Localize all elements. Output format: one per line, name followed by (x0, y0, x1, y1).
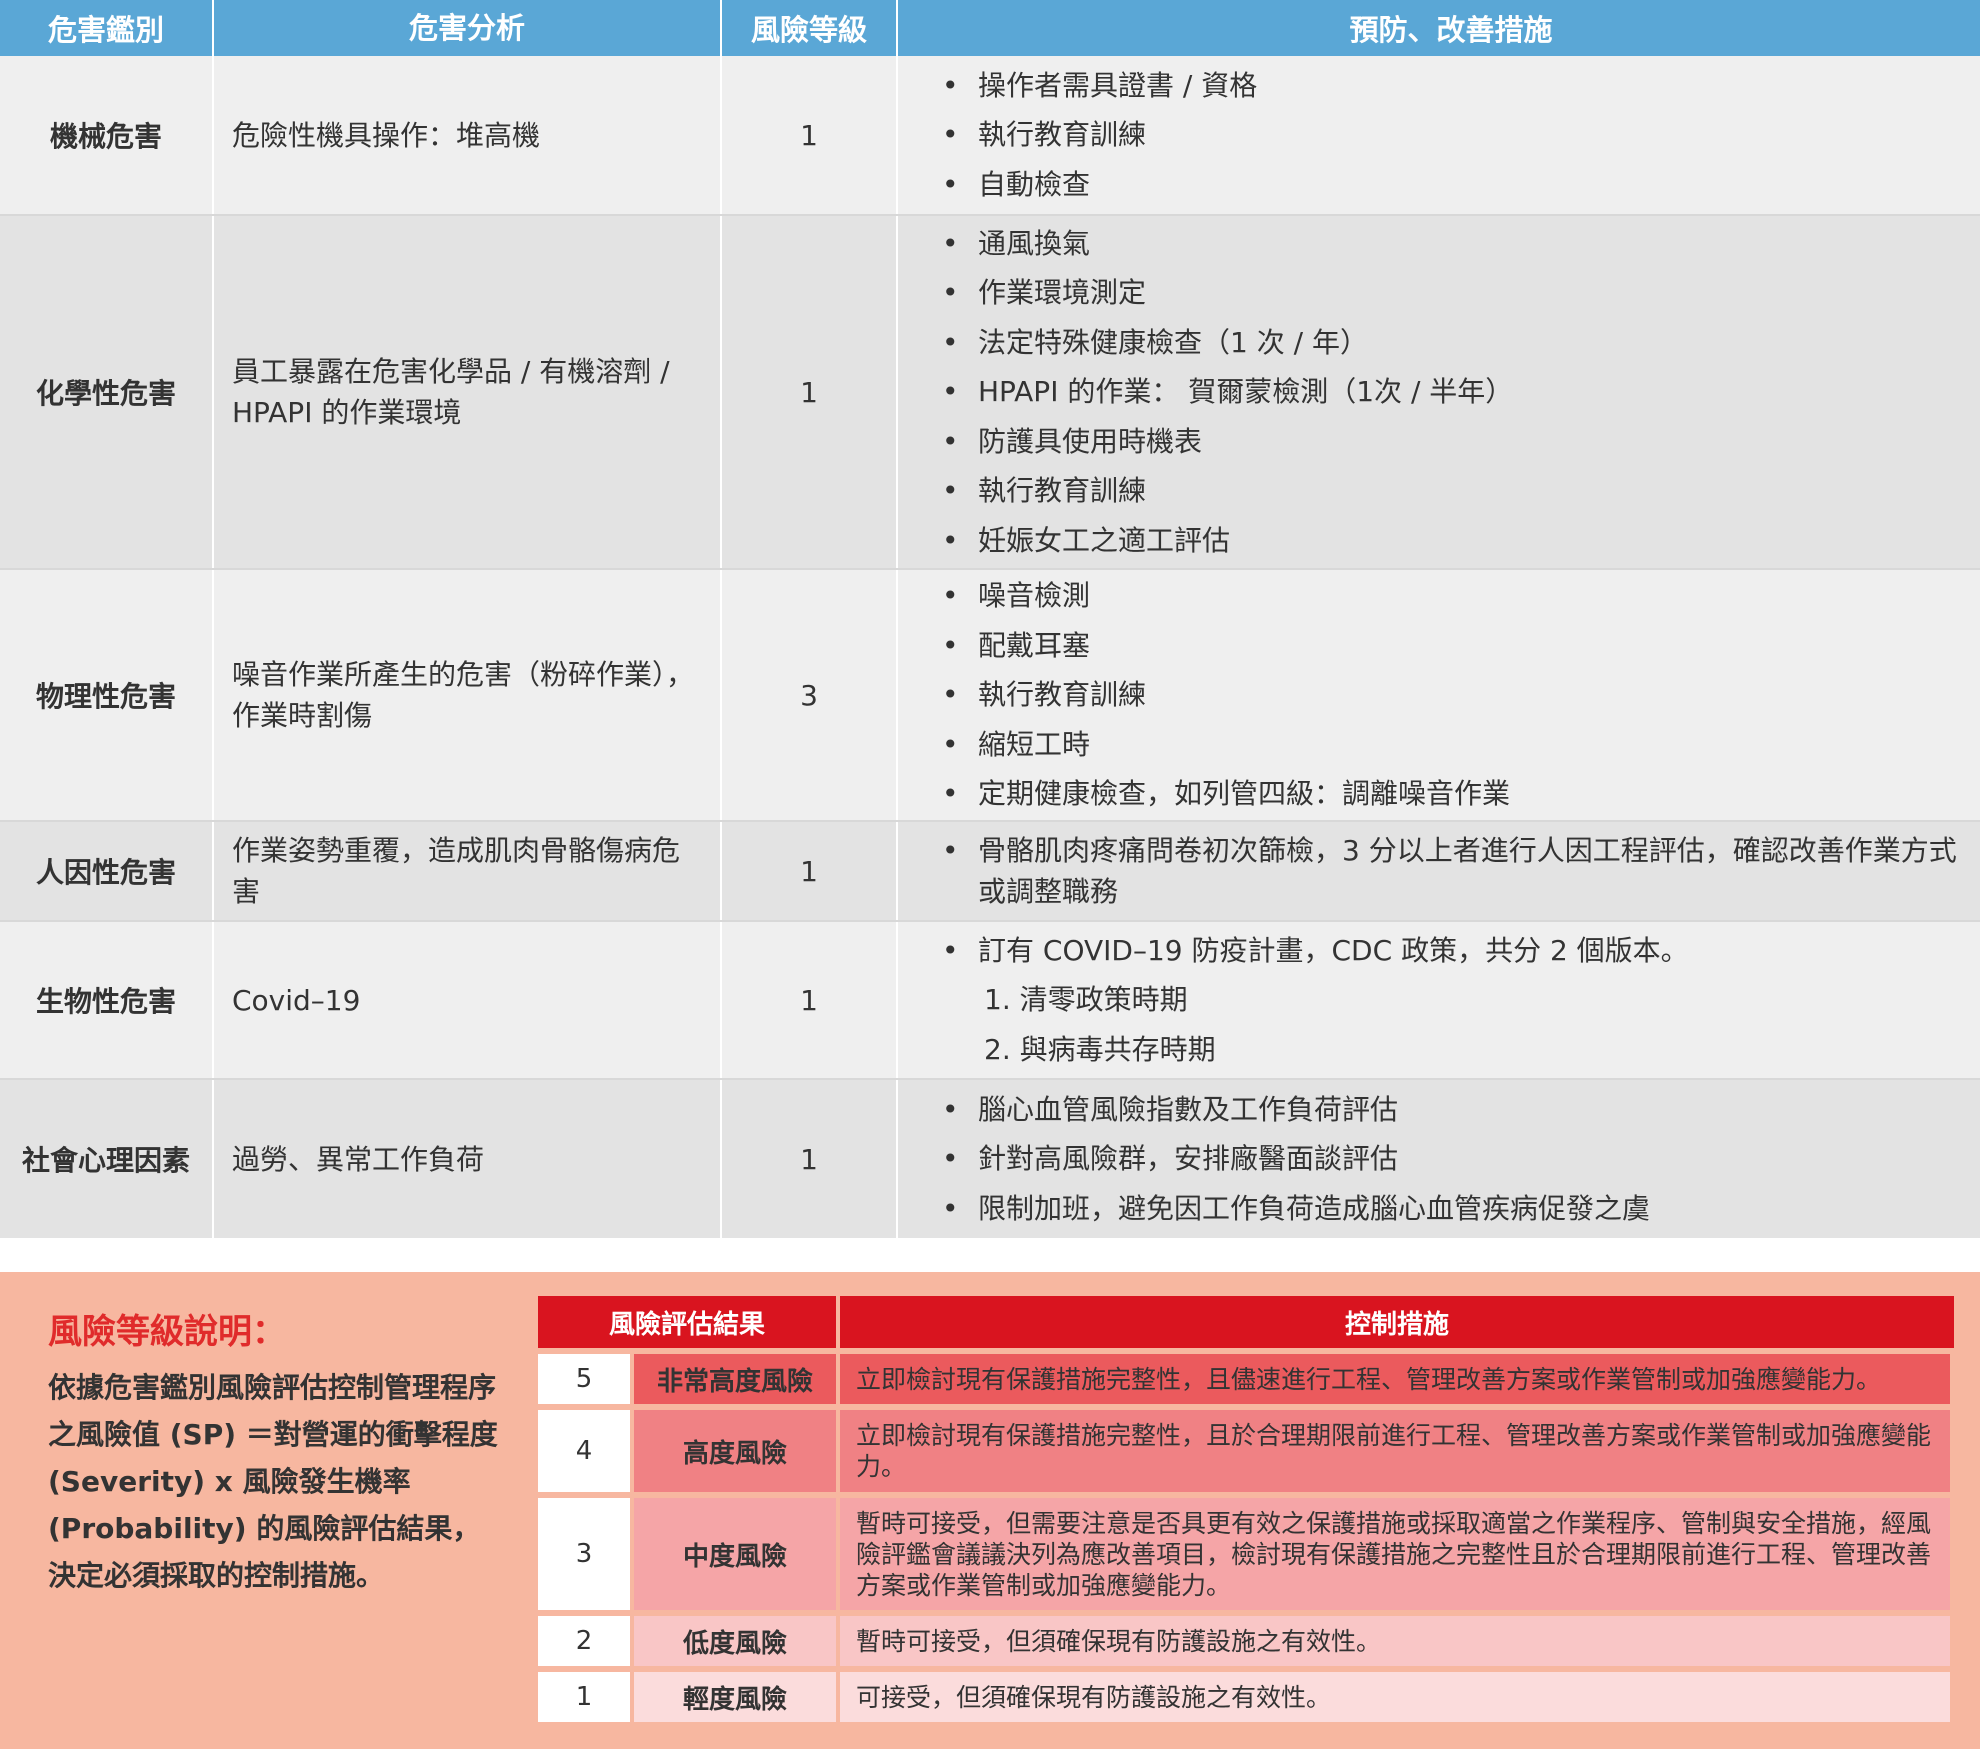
risk-score: 2 (538, 1616, 630, 1666)
hazard-analysis: 過勞、異常工作負荷 (214, 1080, 722, 1238)
risk-level: 1 (722, 1080, 898, 1238)
hazard-type: 人因性危害 (0, 822, 214, 920)
risk-level: 3 (722, 570, 898, 820)
risk-level-label: 非常高度風險 (634, 1354, 836, 1404)
measure-subitem: 1. 清零政策時期 (984, 983, 1188, 1017)
control-action: 暫時可接受，但須確保現有防護設施之有效性。 (840, 1616, 1950, 1666)
header-hazard-type: 危害鑑別 (0, 0, 214, 56)
measures-list: 訂有 COVID–19 防疫計畫，CDC 政策，共分 2 個版本。 1. 清零政… (942, 926, 1960, 1075)
risk-row: 4 高度風險 立即檢討現有保護措施完整性，且於合理期限前進行工程、管理改善方案或… (538, 1410, 1954, 1492)
table-row: 機械危害 危險性機具操作：堆高機 1 操作者需具證書 / 資格 執行教育訓練 自… (0, 56, 1980, 216)
measure-subitem: 2. 與病毒共存時期 (984, 1032, 1216, 1066)
hazard-type: 機械危害 (0, 56, 214, 214)
risk-level-label: 低度風險 (634, 1616, 836, 1666)
measures-cell: 骨骼肌肉疼痛問卷初次篩檢，3 分以上者進行人因工程評估，確認改善作業方式或調整職… (898, 822, 1980, 920)
measures-cell: 訂有 COVID–19 防疫計畫，CDC 政策，共分 2 個版本。 1. 清零政… (898, 922, 1980, 1078)
measure-item: 骨骼肌肉疼痛問卷初次篩檢，3 分以上者進行人因工程評估，確認改善作業方式或調整職… (942, 830, 1960, 912)
risk-score: 4 (538, 1410, 630, 1492)
control-action: 立即檢討現有保護措施完整性，且儘速進行工程、管理改善方案或作業管制或加強應變能力… (840, 1354, 1950, 1404)
risk-row: 2 低度風險 暫時可接受，但須確保現有防護設施之有效性。 (538, 1616, 1954, 1666)
hazard-analysis: Covid–19 (214, 922, 722, 1078)
measure-item: 噪音檢測 (942, 571, 1960, 621)
measure-item: 限制加班，避免因工作負荷造成腦心血管疾病促發之虞 (942, 1184, 1960, 1234)
header-risk-level: 風險等級 (722, 0, 898, 56)
measure-item: 作業環境測定 (942, 268, 1960, 318)
control-action: 立即檢討現有保護措施完整性，且於合理期限前進行工程、管理改善方案或作業管制或加強… (840, 1410, 1950, 1492)
risk-row: 1 輕度風險 可接受，但須確保現有防護設施之有效性。 (538, 1672, 1954, 1722)
hazard-analysis: 危險性機具操作：堆高機 (214, 56, 722, 214)
measures-cell: 通風換氣 作業環境測定 法定特殊健康檢查（1 次 / 年） HPAPI 的作業：… (898, 216, 1980, 568)
measure-item: 執行教育訓練 (942, 110, 1960, 160)
hazard-type: 社會心理因素 (0, 1080, 214, 1238)
hazard-analysis: 作業姿勢重覆，造成肌肉骨骼傷病危害 (214, 822, 722, 920)
hazard-analysis: 噪音作業所產生的危害（粉碎作業），作業時割傷 (214, 570, 722, 820)
measure-item: 腦心血管風險指數及工作負荷評估 (942, 1085, 1960, 1135)
measure-item: 縮短工時 (942, 720, 1960, 770)
measures-cell: 操作者需具證書 / 資格 執行教育訓練 自動檢查 (898, 56, 1980, 214)
risk-row: 3 中度風險 暫時可接受，但需要注意是否具更有效之保護措施或採取適當之作業程序、… (538, 1498, 1954, 1610)
table-row: 生物性危害 Covid–19 1 訂有 COVID–19 防疫計畫，CDC 政策… (0, 922, 1980, 1080)
measure-item: 配戴耳塞 (942, 621, 1960, 671)
measure-item: 執行教育訓練 (942, 670, 1960, 720)
measures-list: 操作者需具證書 / 資格 執行教育訓練 自動檢查 (942, 61, 1960, 210)
risk-matrix-table: 風險評估結果 控制措施 5 非常高度風險 立即檢討現有保護措施完整性，且儘速進行… (538, 1296, 1954, 1722)
control-action: 暫時可接受，但需要注意是否具更有效之保護措施或採取適當之作業程序、管制與安全措施… (840, 1498, 1950, 1610)
header-hazard-analysis: 危害分析 (214, 0, 722, 56)
risk-level: 1 (722, 216, 898, 568)
measures-list: 骨骼肌肉疼痛問卷初次篩檢，3 分以上者進行人因工程評估，確認改善作業方式或調整職… (942, 830, 1960, 912)
measure-item: 操作者需具證書 / 資格 (942, 61, 1960, 111)
measure-item: 針對高風險群，安排廠醫面談評估 (942, 1134, 1960, 1184)
table-row: 社會心理因素 過勞、異常工作負荷 1 腦心血管風險指數及工作負荷評估 針對高風險… (0, 1080, 1980, 1238)
risk-legend-panel: 風險等級說明： 依據危害鑑別風險評估控制管理程序之風險值 (SP) ＝對營運的衝… (0, 1272, 1980, 1749)
hazard-type: 生物性危害 (0, 922, 214, 1078)
legend-description: 依據危害鑑別風險評估控制管理程序之風險值 (SP) ＝對營運的衝擊程度 (Sev… (48, 1371, 498, 1592)
risk-level: 1 (722, 56, 898, 214)
risk-score: 1 (538, 1672, 630, 1722)
table-header: 危害鑑別 危害分析 風險等級 預防、改善措施 (0, 0, 1980, 56)
table-row: 物理性危害 噪音作業所產生的危害（粉碎作業），作業時割傷 3 噪音檢測 配戴耳塞… (0, 570, 1980, 822)
measure-item: 執行教育訓練 (942, 466, 1960, 516)
measure-item: 定期健康檢查，如列管四級：調離噪音作業 (942, 769, 1960, 819)
measures-list: 通風換氣 作業環境測定 法定特殊健康檢查（1 次 / 年） HPAPI 的作業：… (942, 219, 1960, 566)
measure-item: 妊娠女工之適工評估 (942, 516, 1960, 566)
header-measures: 預防、改善措施 (1349, 13, 1553, 47)
risk-level: 1 (722, 822, 898, 920)
hazard-type: 物理性危害 (0, 570, 214, 820)
hazard-table: 危害鑑別 危害分析 風險等級 預防、改善措施 機械危害 危險性機具操作：堆高機 … (0, 0, 1980, 1238)
table-row: 人因性危害 作業姿勢重覆，造成肌肉骨骼傷病危害 1 骨骼肌肉疼痛問卷初次篩檢，3… (0, 822, 1980, 922)
header-control-measures: 控制措施 (840, 1296, 1954, 1348)
hazard-analysis: 員工暴露在危害化學品 / 有機溶劑 / HPAPI 的作業環境 (214, 216, 722, 568)
table-row: 化學性危害 員工暴露在危害化學品 / 有機溶劑 / HPAPI 的作業環境 1 … (0, 216, 1980, 570)
measure-item: 自動檢查 (942, 160, 1960, 210)
measures-cell: 噪音檢測 配戴耳塞 執行教育訓練 縮短工時 定期健康檢查，如列管四級：調離噪音作… (898, 570, 1980, 820)
measures-list: 腦心血管風險指數及工作負荷評估 針對高風險群，安排廠醫面談評估 限制加班，避免因… (942, 1085, 1960, 1234)
measure-item: 法定特殊健康檢查（1 次 / 年） (942, 318, 1960, 368)
risk-table-header: 風險評估結果 控制措施 (538, 1296, 1954, 1348)
measures-cell: 腦心血管風險指數及工作負荷評估 針對高風險群，安排廠醫面談評估 限制加班，避免因… (898, 1080, 1980, 1238)
measure-item: HPAPI 的作業： 賀爾蒙檢測（1次 / 半年） (942, 367, 1960, 417)
legend-title: 風險等級說明： (48, 1312, 286, 1352)
measures-list: 噪音檢測 配戴耳塞 執行教育訓練 縮短工時 定期健康檢查，如列管四級：調離噪音作… (942, 571, 1960, 819)
risk-score: 3 (538, 1498, 630, 1610)
risk-row: 5 非常高度風險 立即檢討現有保護措施完整性，且儘速進行工程、管理改善方案或作業… (538, 1354, 1954, 1404)
measure-item: 通風換氣 (942, 219, 1960, 269)
risk-level: 1 (722, 922, 898, 1078)
measure-item: 防護具使用時機表 (942, 417, 1960, 467)
control-action: 可接受，但須確保現有防護設施之有效性。 (840, 1672, 1950, 1722)
measure-item: 訂有 COVID–19 防疫計畫，CDC 政策，共分 2 個版本。 (942, 926, 1960, 976)
risk-level-label: 高度風險 (634, 1410, 836, 1492)
hazard-type: 化學性危害 (0, 216, 214, 568)
header-assessment-result: 風險評估結果 (538, 1296, 836, 1348)
risk-level-label: 輕度風險 (634, 1672, 836, 1722)
risk-score: 5 (538, 1354, 630, 1404)
risk-level-label: 中度風險 (634, 1498, 836, 1610)
